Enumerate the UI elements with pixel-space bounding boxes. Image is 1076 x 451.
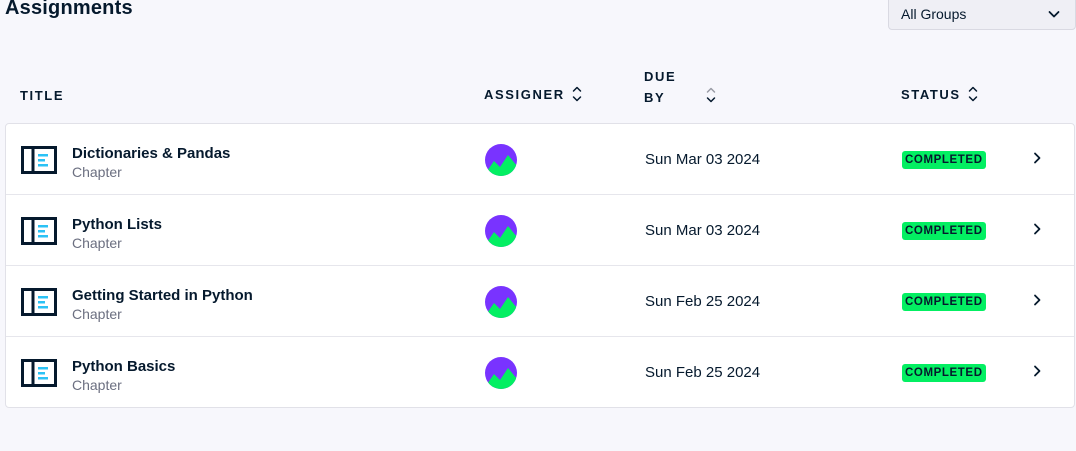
column-header-title: TITLE bbox=[20, 88, 64, 103]
assigner-avatar bbox=[485, 286, 517, 318]
due-date: Sun Feb 25 2024 bbox=[645, 293, 761, 310]
column-header-assigner[interactable]: ASSIGNER bbox=[484, 85, 582, 103]
assignment-title: Python Basics bbox=[72, 358, 176, 375]
chapter-icon bbox=[21, 217, 57, 245]
assignments-table: Dictionaries & Pandas Chapter Sun Mar 03… bbox=[5, 123, 1075, 408]
page-title: Assignments bbox=[5, 0, 133, 19]
group-filter-dropdown[interactable]: All Groups bbox=[888, 0, 1076, 30]
assignment-title: Python Lists bbox=[72, 216, 163, 233]
chevron-right-icon[interactable] bbox=[1030, 151, 1044, 165]
status-badge: COMPLETED bbox=[902, 364, 986, 382]
chapter-icon bbox=[21, 359, 57, 387]
sort-icon bbox=[572, 86, 581, 102]
chevron-right-icon[interactable] bbox=[1030, 222, 1044, 236]
status-badge: COMPLETED bbox=[902, 151, 986, 169]
assignment-type: Chapter bbox=[72, 306, 122, 322]
assignments-page: Assignments All Groups TITLE ASSIGNER DU… bbox=[0, 0, 1076, 451]
assignment-title: Dictionaries & Pandas bbox=[72, 145, 231, 162]
column-header-due-by[interactable]: DUE BY bbox=[644, 66, 716, 108]
assignment-type: Chapter bbox=[72, 164, 122, 180]
column-header-assigner-label: ASSIGNER bbox=[484, 86, 565, 102]
column-header-status-label: STATUS bbox=[901, 86, 961, 102]
chapter-icon bbox=[21, 288, 57, 316]
chevron-right-icon[interactable] bbox=[1030, 293, 1044, 307]
chevron-right-icon[interactable] bbox=[1030, 364, 1044, 378]
status-badge: COMPLETED bbox=[902, 293, 986, 311]
group-filter-value: All Groups bbox=[901, 6, 967, 22]
due-date: Sun Mar 03 2024 bbox=[645, 151, 761, 168]
table-row[interactable]: Python Lists Chapter Sun Mar 03 2024 COM… bbox=[6, 195, 1074, 266]
table-row[interactable]: Python Basics Chapter Sun Feb 25 2024 CO… bbox=[6, 337, 1074, 407]
status-badge: COMPLETED bbox=[902, 222, 986, 240]
sort-icon bbox=[968, 86, 977, 102]
assignment-type: Chapter bbox=[72, 377, 122, 393]
sort-descending-icon bbox=[707, 87, 716, 103]
column-header-status[interactable]: STATUS bbox=[901, 85, 978, 103]
chapter-icon bbox=[21, 146, 57, 174]
assignment-title: Getting Started in Python bbox=[72, 287, 253, 304]
due-date: Sun Feb 25 2024 bbox=[645, 364, 761, 381]
table-row[interactable]: Getting Started in Python Chapter Sun Fe… bbox=[6, 266, 1074, 337]
table-row[interactable]: Dictionaries & Pandas Chapter Sun Mar 03… bbox=[6, 124, 1074, 195]
column-header-due-by-label: DUE BY bbox=[644, 66, 676, 108]
column-header-title-label: TITLE bbox=[20, 88, 65, 103]
assigner-avatar bbox=[485, 144, 517, 176]
due-date: Sun Mar 03 2024 bbox=[645, 222, 761, 239]
chevron-down-icon bbox=[1048, 11, 1060, 18]
assigner-avatar bbox=[485, 357, 517, 389]
assigner-avatar bbox=[485, 215, 517, 247]
due-by-label-line2: BY bbox=[644, 90, 666, 105]
assignment-type: Chapter bbox=[72, 235, 122, 251]
due-by-label-line1: DUE bbox=[644, 69, 677, 84]
